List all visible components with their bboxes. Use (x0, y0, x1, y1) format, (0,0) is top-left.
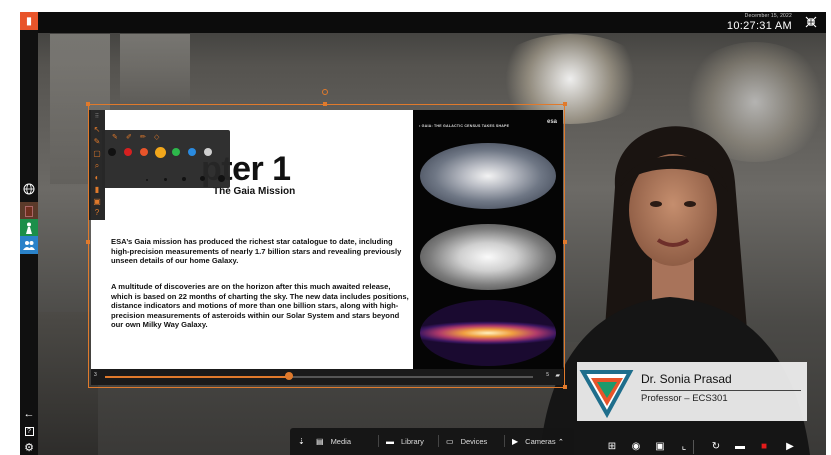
color-swatch[interactable] (204, 148, 212, 156)
source-tabs: ⇣ ▤ Media ▬ Library ▭ Devices ▶ Cameras … (290, 428, 574, 455)
save-icon[interactable]: ▣ (653, 440, 667, 454)
top-bar: December 15, 2022 10:27:31 AM (38, 12, 826, 33)
slide-paragraph: ESA’s Gaia mission has produced the rich… (111, 237, 402, 266)
stroke-size-option[interactable] (200, 176, 205, 181)
comment-icon[interactable]: ▰ (555, 372, 560, 379)
drag-handle-icon[interactable]: ⠿ (90, 112, 104, 123)
color-swatch[interactable] (154, 146, 166, 158)
resize-handle[interactable] (563, 102, 567, 106)
bottom-right-toolbar: ⊞ ◉ ▣ ⌞ ↻ ▬ ■ ▶ (605, 440, 826, 455)
media-icon: ▤ (316, 437, 324, 446)
galaxy-map-image (420, 143, 556, 209)
resize-handle[interactable] (323, 102, 327, 106)
tab-library[interactable]: ▬ Library (386, 428, 424, 455)
presenter-logo-icon[interactable]: ▮ (20, 12, 38, 30)
presenter-role: Professor – ECS301 (641, 393, 728, 404)
video-camera-icon[interactable]: ▶ (783, 440, 797, 454)
gear-icon[interactable]: ⚙ (20, 438, 38, 455)
slide-progress-bar[interactable]: 3 5 ▰ (91, 369, 563, 385)
pen-icon[interactable]: ✎ (112, 133, 118, 141)
tab-devices-label: Devices (460, 437, 488, 446)
video-stage: ▮ ← ? ⚙ December 15, 2022 10:27:31 AM pt… (20, 12, 826, 455)
page-current: 3 (94, 372, 97, 378)
color-swatch[interactable] (188, 148, 196, 156)
tab-mode-icon[interactable]: ⇣ (298, 428, 305, 455)
color-swatch[interactable] (124, 148, 132, 156)
grid-layout-icon[interactable]: ⊞ (605, 440, 619, 454)
resize-handle[interactable] (563, 385, 567, 389)
rotate-handle[interactable] (322, 89, 328, 95)
presenter-name-card: Dr. Sonia Prasad Professor – ECS301 (577, 362, 807, 421)
arrow-left-icon[interactable]: ← (20, 405, 38, 423)
marker-icon[interactable]: ✐ (126, 133, 132, 141)
help-icon[interactable]: ? (90, 207, 104, 218)
app-window: ▮ ← ? ⚙ December 15, 2022 10:27:31 AM pt… (0, 0, 831, 455)
scrub-knob[interactable] (285, 372, 294, 380)
date-label: December 15, 2022 (744, 13, 792, 19)
chevron-up-icon[interactable]: ⌃ (558, 428, 564, 455)
color-swatch[interactable] (172, 148, 180, 156)
resize-handle[interactable] (86, 240, 90, 244)
stroke-size-option[interactable] (164, 178, 167, 181)
resize-handle[interactable] (86, 102, 90, 106)
eraser-icon[interactable]: ◇ (154, 133, 159, 141)
stroke-size-option[interactable] (218, 175, 225, 182)
tab-devices[interactable]: ▭ Devices (446, 428, 487, 455)
globe-icon[interactable] (20, 180, 38, 198)
color-swatch[interactable] (108, 148, 116, 156)
stroke-size-option[interactable] (182, 177, 186, 181)
clock-time: 10:27:31 AM (726, 20, 792, 32)
folder-icon: ▬ (386, 437, 394, 446)
left-toolbar: ▮ ← ? ⚙ (20, 12, 38, 455)
snapshot-icon[interactable]: ◉ (629, 440, 643, 454)
tab-divider (378, 435, 379, 447)
color-swatch[interactable] (140, 148, 148, 156)
tab-cameras[interactable]: ▶ Cameras (512, 428, 556, 455)
background-window (120, 34, 190, 104)
tab-cameras-label: Cameras (525, 437, 556, 446)
whiteboard-icon[interactable] (20, 202, 38, 220)
resize-handle[interactable] (563, 240, 567, 244)
tab-divider (504, 435, 505, 447)
monitor-icon: ▭ (446, 437, 454, 446)
tab-media-label: Media (330, 437, 351, 446)
camera-icon: ▶ (512, 437, 519, 446)
school-logo-icon (579, 370, 634, 419)
tab-library-label: Library (401, 437, 424, 446)
tab-divider (438, 435, 439, 447)
scrub-fill (105, 376, 290, 378)
galaxy-image-panel: • GAIA: THE GALACTIC CENSUS TAKES SHAPE … (413, 110, 563, 374)
group-icon[interactable] (20, 236, 38, 254)
collapse-arrows-icon[interactable] (804, 16, 818, 30)
page-total: 5 (546, 372, 549, 378)
screen-icon[interactable]: ▣ (90, 196, 104, 207)
tab-media[interactable]: ▤ Media (316, 428, 351, 455)
folder-icon[interactable]: ▬ (733, 440, 747, 454)
esa-logo: esa (546, 119, 557, 125)
card-divider (641, 390, 801, 391)
galaxy-map-image (420, 300, 556, 366)
galaxy-map-image (420, 224, 556, 290)
image-caption: • GAIA: THE GALACTIC CENSUS TAKES SHAPE (419, 124, 510, 128)
stroke-size-option[interactable] (146, 179, 148, 181)
color-palette: ✎ ✐ ✏ ◇ (102, 130, 230, 188)
person-presenter-icon[interactable] (20, 219, 38, 237)
refresh-icon[interactable]: ↻ (709, 440, 723, 454)
toolbar-divider (693, 440, 694, 454)
record-icon[interactable]: ■ (757, 440, 771, 454)
highlighter-icon[interactable]: ✏ (140, 133, 146, 141)
presenter-name: Dr. Sonia Prasad (641, 372, 732, 386)
slide-paragraph: A multitude of discoveries are on the ho… (111, 282, 409, 330)
crop-icon[interactable]: ⌞ (677, 440, 691, 454)
